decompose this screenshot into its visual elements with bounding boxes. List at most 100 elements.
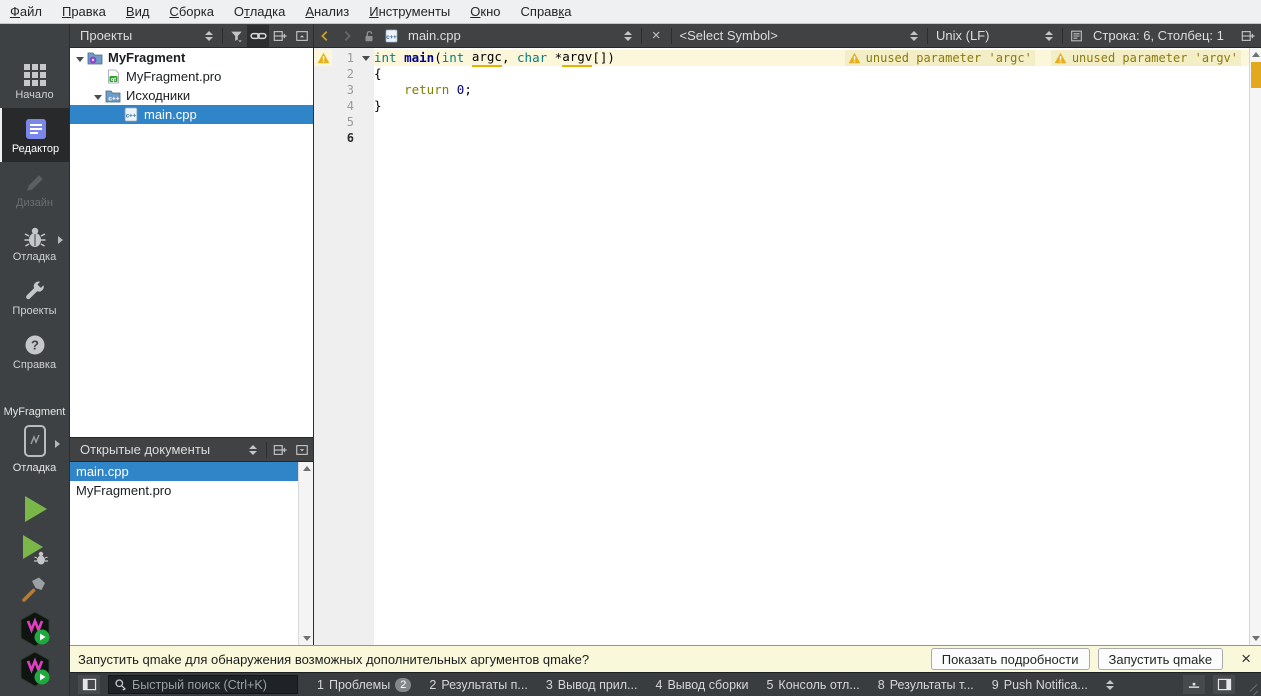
warning-annotation: unused parameter 'argc' bbox=[845, 50, 1035, 66]
tree-item-main.cpp[interactable]: c++main.cpp bbox=[70, 105, 313, 124]
mode-label: Проекты bbox=[12, 305, 56, 317]
tree-item-myfragment[interactable]: MyFragment bbox=[70, 48, 313, 67]
output-pane-9[interactable]: 9Push Notifica... bbox=[983, 678, 1097, 692]
code-line-5[interactable]: 5 bbox=[314, 114, 1249, 130]
menu-6[interactable]: Анализ bbox=[295, 0, 359, 23]
code-token: int bbox=[442, 50, 465, 66]
split-icon[interactable] bbox=[1237, 25, 1259, 47]
menu-1[interactable]: Файл bbox=[0, 0, 52, 23]
left-sidebar-toggle-icon[interactable] bbox=[78, 675, 100, 694]
debug-bug-icon bbox=[22, 223, 48, 251]
menu-8[interactable]: Окно bbox=[460, 0, 510, 23]
menu-2[interactable]: Правка bbox=[52, 0, 116, 23]
output-pane-1[interactable]: 1Проблемы2 bbox=[308, 678, 420, 692]
editor-scrollbar[interactable] bbox=[1249, 48, 1261, 645]
run-qmake-button[interactable]: Запустить qmake bbox=[1098, 648, 1224, 670]
output-pane-3[interactable]: 3Вывод прил... bbox=[537, 678, 647, 692]
tree-item-label: main.cpp bbox=[140, 107, 197, 122]
filter-icon[interactable] bbox=[225, 25, 247, 47]
symbol-selector[interactable]: <Select Symbol> bbox=[674, 28, 903, 43]
updown-icon[interactable] bbox=[242, 439, 264, 461]
pane-number: 5 bbox=[766, 678, 773, 692]
document-lines-icon[interactable] bbox=[1065, 25, 1087, 47]
tree-item-label: MyFragment bbox=[104, 50, 185, 65]
right-sidebar-toggle-icon[interactable] bbox=[1213, 675, 1235, 694]
updown-icon[interactable] bbox=[198, 25, 220, 47]
output-pane-2[interactable]: 2Результаты п... bbox=[420, 678, 536, 692]
updown-icon[interactable] bbox=[903, 25, 925, 47]
run-button[interactable] bbox=[15, 492, 55, 526]
updown-icon[interactable] bbox=[617, 25, 639, 47]
close-split-icon[interactable] bbox=[291, 439, 313, 461]
custom-run-2-button[interactable] bbox=[15, 652, 55, 686]
tree-item-исходники[interactable]: c++Исходники bbox=[70, 86, 313, 105]
code-editor[interactable]: 1int main(int argc, char *argv[])unused … bbox=[313, 48, 1261, 645]
code-token bbox=[397, 50, 405, 66]
search-input[interactable]: Быстрый поиск (Ctrl+K) bbox=[108, 675, 298, 694]
warning-icon bbox=[314, 50, 332, 66]
scroll-up-icon[interactable] bbox=[1250, 48, 1261, 61]
open-documents-title[interactable]: Открытые документы bbox=[70, 442, 242, 457]
code-text: return 0; bbox=[374, 82, 1249, 98]
collapse-panel-icon[interactable] bbox=[291, 25, 313, 47]
split-icon[interactable] bbox=[269, 25, 291, 47]
menu-4[interactable]: Сборка bbox=[159, 0, 224, 23]
mode-tab-проекты[interactable]: Проекты bbox=[0, 270, 69, 324]
submenu-arrow-icon[interactable] bbox=[58, 236, 63, 244]
code-line-3[interactable]: 3 return 0; bbox=[314, 82, 1249, 98]
editor-toolbar: c++ main.cpp × <Select Symbol> Unix (LF)… bbox=[313, 24, 1261, 48]
projects-panel-title[interactable]: Проекты bbox=[70, 28, 198, 43]
menu-7[interactable]: Инструменты bbox=[359, 0, 460, 23]
open-document-myfragment.pro[interactable]: MyFragment.pro bbox=[70, 481, 313, 500]
tree-item-myfragment.pro[interactable]: qtMyFragment.pro bbox=[70, 67, 313, 86]
close-icon[interactable]: × bbox=[1231, 649, 1261, 669]
pane-number: 9 bbox=[992, 678, 999, 692]
mode-tab-начало[interactable]: Начало bbox=[0, 54, 69, 108]
line-ending-selector[interactable]: Unix (LF) bbox=[930, 28, 1038, 43]
mode-sidebar: НачалоРедакторДизайнОтладкаПроекты?Справ… bbox=[0, 24, 70, 696]
menu-9[interactable]: Справка bbox=[511, 0, 582, 23]
size-grip[interactable] bbox=[1243, 675, 1255, 694]
fold-arrow-icon[interactable] bbox=[357, 50, 374, 66]
code-line-6[interactable]: 6 bbox=[314, 130, 1249, 146]
mode-tab-справка[interactable]: ?Справка bbox=[0, 324, 69, 378]
maximize-output-icon[interactable] bbox=[1183, 675, 1205, 694]
updown-icon[interactable] bbox=[1038, 25, 1060, 47]
mode-tab-отладка[interactable]: Отладка bbox=[0, 216, 69, 270]
kit-selector[interactable]: MyFragment Отладка bbox=[0, 406, 69, 474]
unlocked-icon[interactable] bbox=[358, 25, 380, 47]
custom-run-1-button[interactable] bbox=[15, 612, 55, 646]
device-phone-icon[interactable] bbox=[22, 424, 48, 458]
show-details-button[interactable]: Показать подробности bbox=[931, 648, 1090, 670]
back-arrow-icon[interactable] bbox=[314, 25, 336, 47]
open-file-name[interactable]: main.cpp bbox=[402, 28, 467, 43]
scroll-up-icon[interactable] bbox=[299, 462, 313, 475]
open-documents-scrollbar[interactable] bbox=[298, 462, 313, 645]
open-documents-header: Открытые документы bbox=[70, 437, 313, 462]
output-pane-4[interactable]: 4Вывод сборки bbox=[646, 678, 757, 692]
scroll-down-icon[interactable] bbox=[1250, 632, 1261, 645]
project-folder-icon bbox=[86, 51, 104, 65]
code-line-4[interactable]: 4} bbox=[314, 98, 1249, 114]
menu-3[interactable]: Вид bbox=[116, 0, 160, 23]
forward-arrow-icon[interactable] bbox=[336, 25, 358, 47]
output-pane-8[interactable]: 8Результаты т... bbox=[869, 678, 983, 692]
qmake-info-bar: Запустить qmake для обнаружения возможны… bbox=[70, 645, 1261, 673]
link-icon[interactable] bbox=[247, 25, 269, 47]
output-pane-5[interactable]: 5Консоль отл... bbox=[757, 678, 868, 692]
mode-tab-редактор[interactable]: Редактор bbox=[0, 108, 69, 162]
split-icon[interactable] bbox=[269, 439, 291, 461]
code-line-1[interactable]: 1int main(int argc, char *argv[])unused … bbox=[314, 50, 1249, 66]
expander-icon[interactable] bbox=[92, 88, 104, 103]
scroll-down-icon[interactable] bbox=[299, 632, 313, 645]
pane-selector-updown-icon[interactable] bbox=[1099, 674, 1121, 696]
menu-5[interactable]: Отладка bbox=[224, 0, 295, 23]
build-button[interactable] bbox=[15, 572, 55, 606]
close-document-icon[interactable]: × bbox=[644, 27, 669, 44]
run-debug-button[interactable] bbox=[15, 532, 55, 566]
line-number: 3 bbox=[332, 82, 357, 98]
code-token: []) bbox=[592, 50, 615, 66]
code-line-2[interactable]: 2{ bbox=[314, 66, 1249, 82]
open-document-main.cpp[interactable]: main.cpp bbox=[70, 462, 313, 481]
expander-icon[interactable] bbox=[74, 50, 86, 65]
